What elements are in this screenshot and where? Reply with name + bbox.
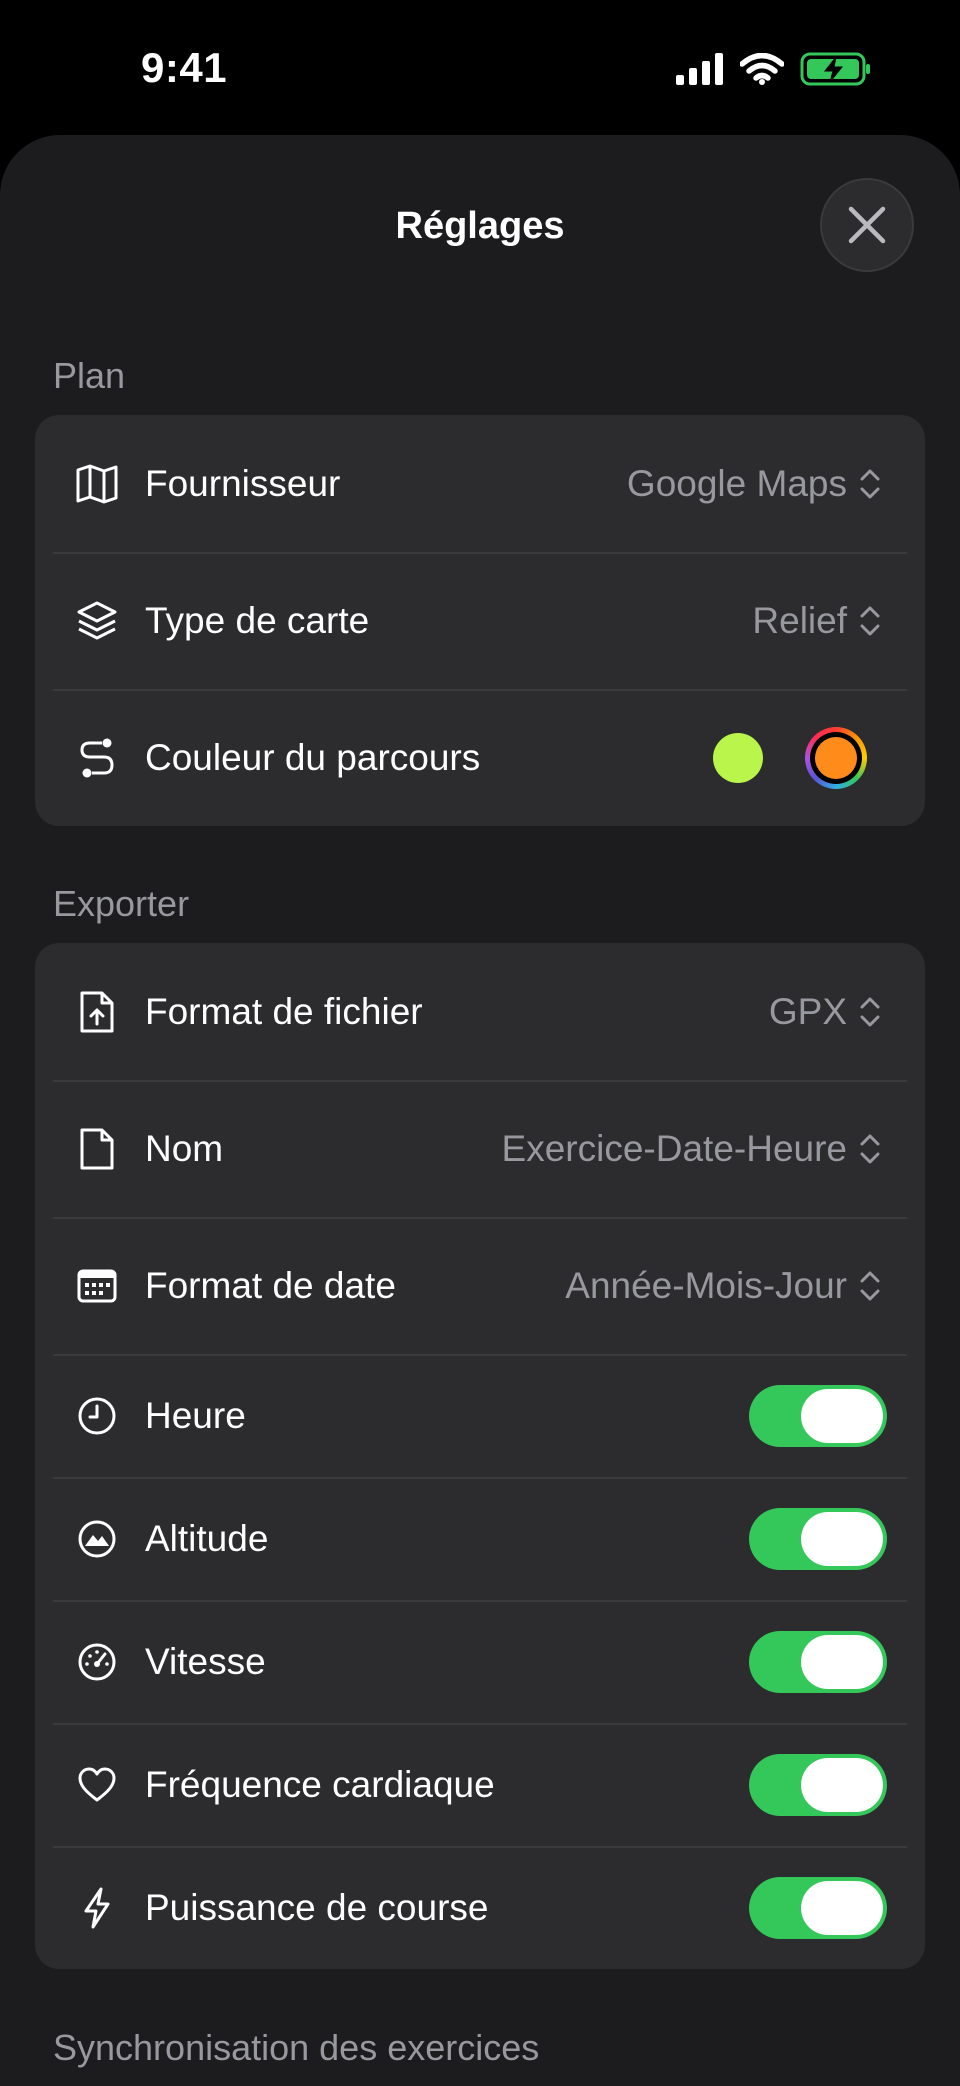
date-format-picker[interactable]: Année-Mois-Jour	[565, 1265, 881, 1307]
section-label-export: Exporter	[53, 883, 190, 924]
row-label: Type de carte	[145, 599, 370, 641]
picker-value: Relief	[752, 599, 847, 641]
row-heart-rate: Fréquence cardiaque	[35, 1723, 925, 1846]
sheet-title: Réglages	[395, 205, 565, 247]
row-running-power: Puissance de course	[35, 1846, 925, 1969]
map-type-picker[interactable]: Relief	[752, 600, 881, 642]
route-icon	[75, 736, 119, 780]
row-label: Heure	[145, 1394, 246, 1436]
row-label: Nom	[145, 1127, 224, 1169]
plan-group: Fournisseur Google Maps Type de carte Re…	[35, 415, 925, 826]
row-label: Fournisseur	[145, 462, 341, 504]
close-icon	[848, 206, 886, 244]
section-label-sync: Synchronisation des exercices	[53, 2027, 540, 2068]
time-toggle[interactable]	[749, 1384, 887, 1447]
row-name[interactable]: Nom Exercice-Date-Heure	[35, 1080, 925, 1217]
row-map-type[interactable]: Type de carte Relief	[35, 552, 925, 689]
bolt-icon	[75, 1886, 119, 1930]
mountain-icon	[75, 1517, 119, 1561]
status-icons	[676, 52, 872, 86]
picker-value: Année-Mois-Jour	[565, 1264, 847, 1306]
export-group: Format de fichier GPX Nom Exercice-Date-…	[35, 943, 925, 1969]
chevron-up-down-icon	[860, 1271, 880, 1300]
picker-value: Exercice-Date-Heure	[501, 1127, 847, 1169]
speed-toggle[interactable]	[749, 1630, 887, 1693]
status-time: 9:41	[141, 44, 228, 91]
heart-rate-toggle[interactable]	[749, 1753, 887, 1816]
chevron-up-down-icon	[860, 997, 880, 1026]
row-label: Altitude	[145, 1517, 269, 1559]
row-route-color: Couleur du parcours	[35, 689, 925, 826]
row-label: Couleur du parcours	[145, 736, 481, 778]
cellular-signal-icon	[676, 53, 723, 85]
clock-icon	[75, 1394, 119, 1438]
battery-charging-icon	[800, 52, 870, 86]
calendar-icon	[75, 1264, 119, 1308]
color-swatch-orange-selected[interactable]	[805, 726, 867, 789]
row-speed: Vitesse	[35, 1600, 925, 1723]
file-export-icon	[75, 990, 119, 1034]
section-label-plan: Plan	[53, 355, 126, 396]
running-power-toggle[interactable]	[749, 1876, 887, 1939]
picker-value: Google Maps	[626, 462, 847, 504]
chevron-up-down-icon	[860, 606, 880, 635]
row-label: Puissance de course	[145, 1886, 489, 1928]
chevron-up-down-icon	[860, 1134, 880, 1163]
row-file-format[interactable]: Format de fichier GPX	[35, 943, 925, 1080]
document-icon	[75, 1127, 119, 1171]
row-provider[interactable]: Fournisseur Google Maps	[35, 415, 925, 552]
row-label: Format de fichier	[145, 990, 423, 1032]
provider-picker[interactable]: Google Maps	[627, 463, 881, 505]
settings-sheet: Réglages Plan Fournisseur Google Maps Ty…	[0, 135, 960, 2086]
altitude-toggle[interactable]	[749, 1507, 887, 1570]
row-time: Heure	[35, 1354, 925, 1477]
name-picker[interactable]: Exercice-Date-Heure	[502, 1128, 881, 1170]
row-label: Vitesse	[145, 1640, 266, 1682]
map-icon	[75, 462, 119, 506]
picker-value: GPX	[768, 990, 847, 1032]
row-label: Fréquence cardiaque	[145, 1763, 495, 1805]
chevron-up-down-icon	[860, 469, 880, 498]
row-label: Format de date	[145, 1264, 396, 1306]
close-button[interactable]	[820, 178, 914, 272]
speedometer-icon	[75, 1640, 119, 1684]
row-altitude: Altitude	[35, 1477, 925, 1600]
wifi-icon	[740, 53, 784, 85]
heart-icon	[75, 1763, 119, 1807]
layers-icon	[75, 599, 119, 643]
row-date-format[interactable]: Format de date Année-Mois-Jour	[35, 1217, 925, 1354]
color-swatch-lime[interactable]	[713, 732, 763, 783]
color-swatches	[713, 726, 867, 789]
file-format-picker[interactable]: GPX	[769, 991, 881, 1033]
status-bar: 9:41	[0, 0, 960, 135]
